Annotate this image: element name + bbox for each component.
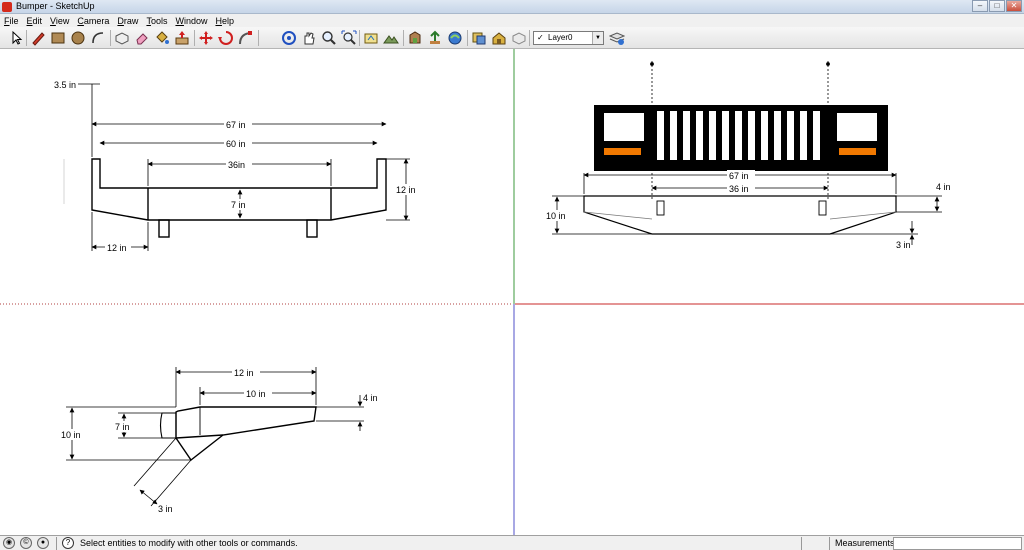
- side-view-dimension-labels: 12 in 10 in 4 in 10 in 7 in 3 in: [59, 367, 378, 514]
- chevron-down-icon: ▼: [592, 32, 603, 44]
- dim-label-4in-side: 4 in: [363, 393, 378, 403]
- minimize-button[interactable]: –: [972, 0, 988, 12]
- push-pull-icon[interactable]: [174, 30, 190, 46]
- toolbar-separator: [467, 30, 468, 46]
- toolbar: ✓ Layer0 ▼: [0, 27, 1024, 49]
- rotate-icon[interactable]: [218, 30, 234, 46]
- dim-label-4in-front: 4 in: [936, 182, 951, 192]
- pan-icon[interactable]: [301, 30, 317, 46]
- get-models-icon[interactable]: [407, 30, 423, 46]
- dim-label-10in-side: 10 in: [246, 389, 266, 399]
- toolbar-separator: [26, 30, 27, 46]
- dim-label-10in-front: 10 in: [546, 211, 566, 221]
- preview-in-google-earth-icon[interactable]: [511, 30, 527, 46]
- paint-bucket-icon[interactable]: [154, 30, 170, 46]
- menu-edit[interactable]: Edit: [27, 16, 43, 26]
- drawing-viewport[interactable]: 3.5 in 67 in 60 in 36in 7 in 12 in 12 in: [0, 49, 1024, 535]
- maximize-button[interactable]: □: [989, 0, 1005, 12]
- toolbar-separator: [110, 30, 111, 46]
- status-bar: ◉ © ● ? Select entities to modify with o…: [0, 535, 1024, 550]
- zoom-icon[interactable]: [321, 30, 337, 46]
- dim-label-3in-front: 3 in: [896, 240, 911, 250]
- menu-window[interactable]: Window: [175, 16, 207, 26]
- front-view-bumper[interactable]: [583, 195, 897, 235]
- model-canvas[interactable]: 3.5 in 67 in 60 in 36in 7 in 12 in 12 in: [0, 49, 1024, 535]
- menu-bar: File Edit View Camera Draw Tools Window …: [0, 14, 1024, 27]
- measurements-label: Measurements: [835, 538, 895, 548]
- dim-label-12in-height: 12 in: [396, 185, 416, 195]
- menu-view[interactable]: View: [50, 16, 69, 26]
- geo-location-icon[interactable]: ◉: [3, 537, 15, 549]
- add-location-icon[interactable]: [363, 30, 379, 46]
- dim-label-36in: 36in: [228, 160, 245, 170]
- toolbar-separator: [194, 30, 195, 46]
- dim-label-12in-depth: 12 in: [107, 243, 127, 253]
- status-message: Select entities to modify with other too…: [80, 538, 298, 548]
- arc-icon[interactable]: [90, 30, 106, 46]
- dim-label-7in: 7 in: [231, 200, 246, 210]
- close-button[interactable]: ✕: [1006, 0, 1022, 12]
- menu-tools[interactable]: Tools: [146, 16, 167, 26]
- side-view-bumper[interactable]: [159, 406, 317, 462]
- title-bar: Bumper - SketchUp – □ ✕: [0, 0, 1024, 14]
- dim-label-60in: 60 in: [226, 139, 246, 149]
- get-photo-texture-icon[interactable]: [447, 30, 463, 46]
- menu-camera[interactable]: Camera: [77, 16, 109, 26]
- dim-label-67in-front: 67 in: [729, 171, 749, 181]
- rectangle-icon[interactable]: [50, 30, 66, 46]
- status-separator: [801, 537, 802, 550]
- credits-icon[interactable]: ©: [20, 537, 32, 549]
- move-icon[interactable]: [198, 30, 214, 46]
- user-account-icon[interactable]: ●: [37, 537, 49, 549]
- dim-label-36in-front: 36 in: [729, 184, 749, 194]
- share-model-icon[interactable]: [427, 30, 443, 46]
- layer-dropdown-value: Layer0: [548, 33, 573, 42]
- window-title: Bumper - SketchUp: [16, 1, 95, 11]
- layer-visible-check: ✓: [537, 33, 544, 42]
- measurements-input[interactable]: [893, 537, 1022, 550]
- dim-label-10in-side-height: 10 in: [61, 430, 81, 440]
- menu-help[interactable]: Help: [215, 16, 234, 26]
- front-view-grille[interactable]: [594, 105, 888, 171]
- follow-me-icon[interactable]: [238, 30, 254, 46]
- toolbar-separator: [359, 30, 360, 46]
- layer-manager-icon[interactable]: [609, 30, 625, 46]
- plan-view-dimension-labels: 3.5 in 67 in 60 in 36in 7 in 12 in 12 in: [52, 79, 420, 253]
- window-controls: – □ ✕: [971, 0, 1022, 12]
- toggle-terrain-icon[interactable]: [383, 30, 399, 46]
- dim-label-7in-side: 7 in: [115, 422, 130, 432]
- menu-draw[interactable]: Draw: [117, 16, 138, 26]
- eraser-icon[interactable]: [134, 30, 150, 46]
- toolbar-separator: [403, 30, 404, 46]
- status-separator: [829, 537, 830, 550]
- orbit-icon[interactable]: [281, 30, 297, 46]
- pencil-icon[interactable]: [30, 30, 46, 46]
- help-icon[interactable]: ?: [62, 537, 74, 549]
- menu-file[interactable]: File: [4, 16, 19, 26]
- dim-label-67in: 67 in: [226, 120, 246, 130]
- toolbar-separator: [258, 30, 259, 46]
- dim-label-12in-side: 12 in: [234, 368, 254, 378]
- zoom-extents-icon[interactable]: [341, 30, 357, 46]
- dim-label-3.5in: 3.5 in: [54, 80, 76, 90]
- dim-label-3in-side: 3 in: [158, 504, 173, 514]
- make-component-icon[interactable]: [114, 30, 130, 46]
- toolbar-separator: [529, 30, 530, 46]
- 3d-warehouse-icon[interactable]: [491, 30, 507, 46]
- plan-view-drawing[interactable]: [91, 158, 387, 238]
- status-separator: [56, 537, 57, 550]
- layer-dropdown[interactable]: ✓ Layer0 ▼: [533, 31, 604, 45]
- share-component-icon[interactable]: [471, 30, 487, 46]
- circle-icon[interactable]: [70, 30, 86, 46]
- sketchup-logo-icon: [2, 2, 12, 12]
- select-tool-icon[interactable]: [8, 30, 24, 46]
